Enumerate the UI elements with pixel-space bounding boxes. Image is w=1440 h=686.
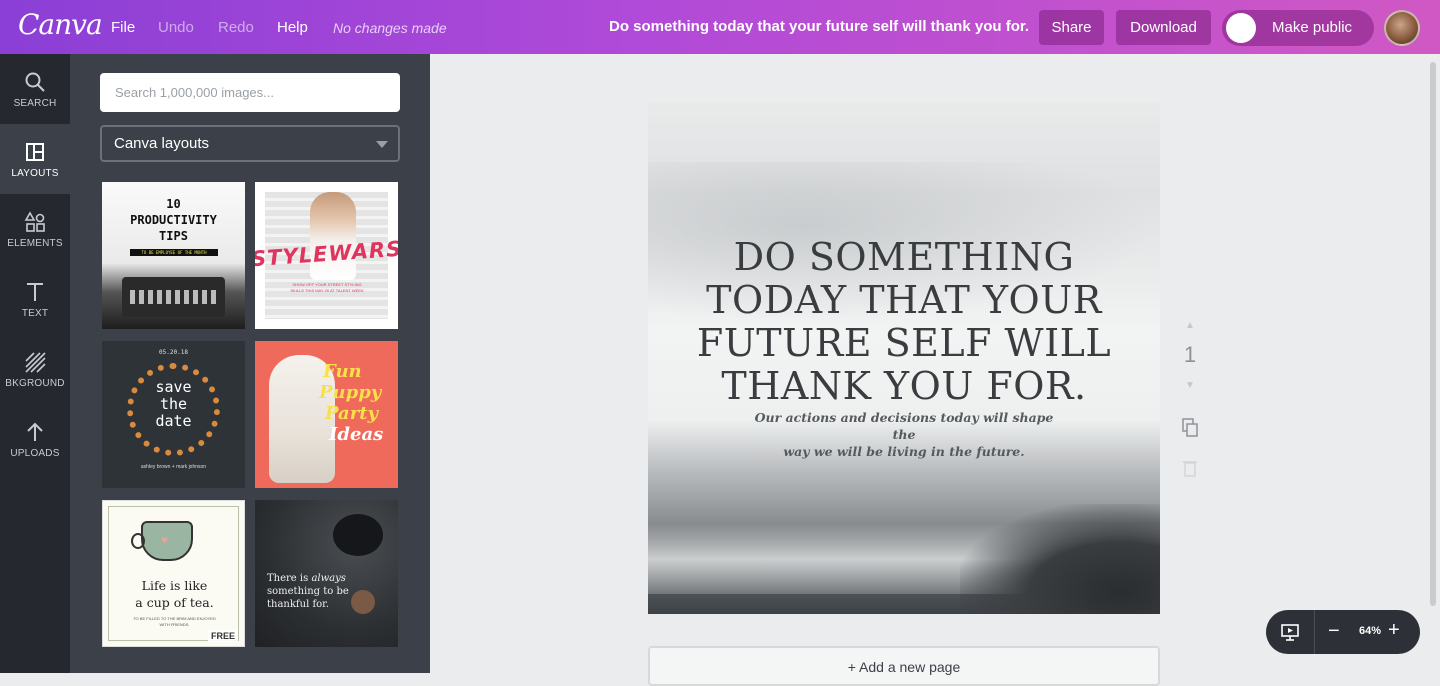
headline-line: FUTURE SELF WILL [696, 321, 1112, 365]
template-text: Party [325, 403, 378, 424]
template-thankful[interactable]: There is always something to be thankful… [255, 500, 398, 647]
save-status: No changes made [333, 20, 447, 36]
sidebar-item-label: UPLOADS [10, 448, 60, 459]
image-search-input[interactable] [100, 73, 400, 112]
chevron-down-icon [376, 141, 388, 148]
template-subtitle: TO BE EMPLOYEE OF THE MONTH [130, 249, 218, 256]
download-button[interactable]: Download [1116, 10, 1211, 45]
present-icon[interactable] [1280, 622, 1300, 642]
design-canvas[interactable]: DO SOMETHING TODAY THAT YOUR FUTURE SELF… [648, 102, 1160, 614]
move-up-icon[interactable]: ▲ [1178, 320, 1202, 331]
spice-bowl-image [351, 590, 375, 614]
duplicate-page-icon[interactable] [1178, 417, 1202, 439]
template-stylewars[interactable]: STYLEWARS SHOW OFF YOUR STREET STYLING S… [255, 182, 398, 329]
shapes-icon [24, 211, 45, 232]
free-badge: FREE [207, 630, 238, 642]
sidebar-item-label: SEARCH [13, 98, 57, 109]
headline-text[interactable]: DO SOMETHING TODAY THAT YOUR FUTURE SELF… [648, 236, 1160, 408]
add-new-page-button[interactable]: + Add a new page [648, 646, 1160, 686]
sidebar-rail: SEARCH LAYOUTS ELEMENTS TEXT BKGROUND UP… [0, 54, 70, 673]
headline-line: DO SOMETHING [733, 235, 1075, 279]
heart-icon: ♥ [161, 533, 169, 547]
design-title[interactable]: Do something today that your future self… [609, 18, 1029, 35]
delete-page-icon[interactable] [1178, 458, 1202, 478]
template-text: a cup of tea. [135, 595, 214, 610]
editor-workspace: DO SOMETHING TODAY THAT YOUR FUTURE SELF… [430, 54, 1440, 686]
zoom-level[interactable]: 64% [1350, 625, 1390, 637]
layout-source-dropdown[interactable]: Canva layouts [100, 125, 400, 162]
sidebar-item-text[interactable]: TEXT [0, 264, 70, 334]
template-text: the [159, 395, 188, 413]
upload-arrow-icon [27, 422, 43, 441]
template-text: There is [267, 573, 309, 584]
template-productivity-tips[interactable]: 10 PRODUCTIVITY TIPS TO BE EMPLOYEE OF T… [102, 182, 245, 329]
move-down-icon[interactable]: ▼ [1178, 380, 1202, 391]
headline-line: THANK YOU FOR. [721, 364, 1087, 408]
dropdown-value: Canva layouts [114, 135, 210, 152]
text-icon [27, 283, 43, 301]
template-date: 05.20.18 [159, 349, 188, 356]
template-text: date [155, 412, 192, 430]
teacup-handle [131, 533, 145, 549]
make-public-label: Make public [1272, 19, 1353, 36]
layout-icon [26, 143, 44, 161]
template-text: PRODUCTIVITY [130, 213, 217, 227]
subtext-line: way we will be living in the future. [783, 444, 1025, 459]
template-text-emphasis: always [311, 573, 346, 584]
template-text: save [155, 378, 192, 396]
menu-file[interactable]: File [111, 19, 135, 36]
sidebar-item-label: LAYOUTS [11, 168, 59, 179]
sidebar-item-label: TEXT [21, 308, 49, 319]
make-public-toggle[interactable]: Make public [1222, 10, 1374, 46]
typewriter-keys [130, 290, 217, 304]
workspace-scrollbar[interactable] [1430, 62, 1436, 606]
sidebar-item-label: ELEMENTS [7, 238, 63, 249]
user-avatar[interactable] [1384, 10, 1420, 46]
template-text: Fun [323, 361, 362, 382]
toggle-knob [1226, 13, 1256, 43]
zoom-in-button[interactable]: + [1388, 619, 1400, 642]
template-text: Ideas [329, 424, 384, 445]
template-puppy-party[interactable]: Fun Puppy Party Ideas [255, 341, 398, 488]
subtext-line: Our actions and decisions today will sha… [754, 410, 1054, 442]
template-cup-of-tea[interactable]: ♥ Life is like a cup of tea. TO BE FILLE… [102, 500, 245, 647]
menu-undo[interactable]: Undo [158, 19, 194, 36]
layouts-panel: Canva layouts 10 PRODUCTIVITY TIPS TO BE… [70, 54, 430, 673]
zoom-control: − 64% + [1266, 610, 1420, 654]
sidebar-item-uploads[interactable]: UPLOADS [0, 404, 70, 474]
sidebar-item-label: BKGROUND [5, 378, 65, 389]
zoom-out-button[interactable]: − [1328, 620, 1340, 643]
template-text: 10 [166, 197, 181, 211]
sidebar-item-layouts[interactable]: LAYOUTS [0, 124, 70, 194]
share-button[interactable]: Share [1039, 10, 1104, 45]
rock-overlay [960, 504, 1160, 614]
hatch-icon [25, 352, 46, 373]
template-text: TIPS [159, 229, 188, 243]
template-text: Life is like [141, 578, 208, 593]
template-text: Puppy [319, 382, 382, 403]
template-subtitle: TO BE FILLED TO THE BRIM AND ENJOYED WIT… [133, 616, 216, 627]
zoom-divider [1314, 610, 1315, 654]
menu-redo[interactable]: Redo [218, 19, 254, 36]
sidebar-item-background[interactable]: BKGROUND [0, 334, 70, 404]
sidebar-item-search[interactable]: SEARCH [0, 54, 70, 124]
template-names: ashley brown + mark johnson [140, 464, 207, 470]
magnifier-icon [25, 72, 45, 92]
template-save-the-date[interactable]: 05.20.18 save the date ashley brown + ma… [102, 341, 245, 488]
canva-logo[interactable]: Canva [18, 8, 103, 41]
subtext[interactable]: Our actions and decisions today will sha… [744, 409, 1064, 460]
headline-line: TODAY THAT YOUR [706, 278, 1102, 322]
page-number: 1 [1183, 342, 1197, 367]
menu-help[interactable]: Help [277, 19, 308, 36]
model-photo [310, 192, 356, 280]
template-text-line: There is always [267, 572, 377, 585]
sidebar-item-elements[interactable]: ELEMENTS [0, 194, 70, 264]
mortar-image [333, 514, 383, 556]
top-bar: Canva File Undo Redo Help No changes mad… [0, 0, 1440, 54]
template-subtitle: SHOW OFF YOUR STREET STYLING SKILLS THIS… [290, 282, 364, 293]
